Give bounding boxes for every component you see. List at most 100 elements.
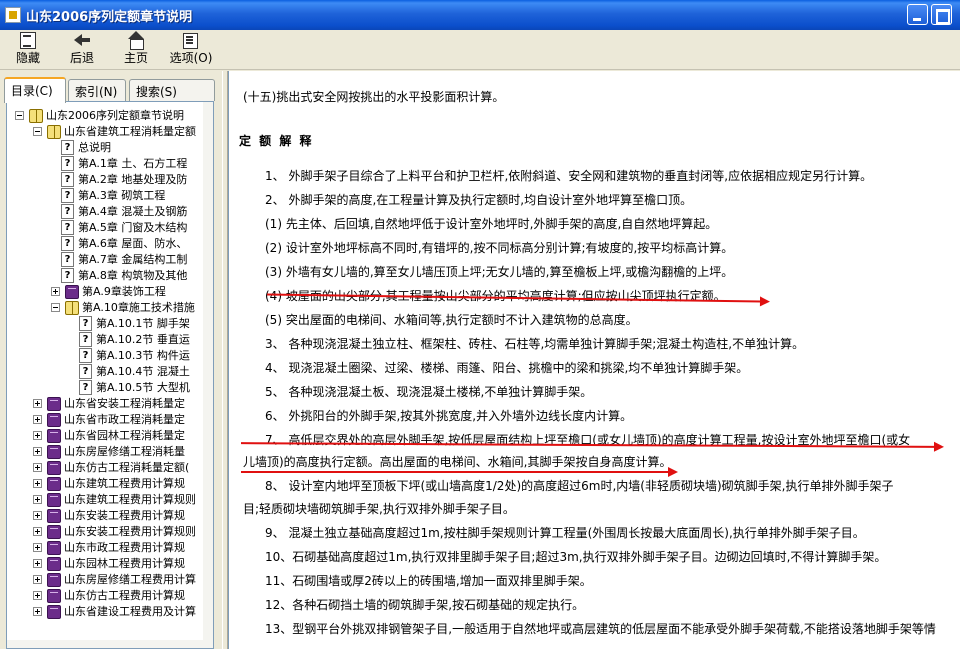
tree-node-label: 第A.10.2节 垂直运 [96,333,190,346]
back-button[interactable]: 后退 [62,31,102,67]
tree-node-label: 第A.1章 土、石方工程 [78,157,188,170]
content-line: 3、 各种现浇混凝土独立柱、框架柱、砖柱、石柱等,均需单独计算脚手架;混凝土构造… [265,337,805,351]
tree-node-label: 山东省园林工程消耗量定 [64,429,185,442]
expand-plus-icon[interactable] [33,575,42,584]
content-line: (2) 设计室外地坪标高不同时,有错坪的,按不同标高分别计算;有坡度的,按平均标… [265,241,734,255]
closed-book-icon [47,397,61,411]
help-page-icon: ? [61,204,74,219]
hide-button[interactable]: 隐藏 [8,31,48,67]
tree-node-label: 山东房屋修缮工程费用计算 [64,573,196,586]
topic-content: (十五)挑出式安全网按挑出的水平投影面积计算。 定 额 解 释 1、 外脚手架子… [228,71,960,649]
closed-book-icon [47,445,61,459]
tab-search[interactable]: 搜索(S) [129,79,215,101]
closed-book-icon [47,461,61,475]
tree-node-label: 山东市政工程费用计算规 [64,541,185,554]
tab-contents[interactable]: 目录(C) [4,77,66,103]
content-line: (1) 先主体、后回填,自然地坪低于设计室外地坪时,外脚手架的高度,自自然地坪算… [265,217,718,231]
closed-book-icon [47,605,61,619]
open-book-icon [47,125,61,139]
help-page-icon: ? [61,220,74,235]
hide-icon [18,31,38,49]
help-page-icon: ? [61,252,74,267]
tree-node-label: 第A.10.1节 脚手架 [96,317,190,330]
closed-book-icon [47,429,61,443]
options-button[interactable]: 选项(O) [166,31,216,67]
tree-node-label: 第A.6章 屋面、防水、 [78,237,188,250]
navigation-pane: 目录(C) 索引(N) 搜索(S) 山东2006序列定额章节说明 山东省建筑工程消… [0,71,222,649]
closed-book-icon [47,573,61,587]
tree-node-label: 山东房屋修缮工程消耗量 [64,445,185,458]
help-page-icon: ? [61,172,74,187]
expand-plus-icon[interactable] [33,607,42,616]
closed-book-icon [47,493,61,507]
content-line: 8、 设计室内地坪至顶板下坪(或山墙高度1/2处)的高度超过6m时,内墙(非轻质… [265,479,894,493]
closed-book-icon [47,509,61,523]
expand-plus-icon[interactable] [33,511,42,520]
tree-node-label: 山东安装工程费用计算规 [64,509,185,522]
tree-node-label: 第A.5章 门窗及木结构 [78,221,188,234]
content-line: 9、 混凝土独立基础高度超过1m,按柱脚手架规则计算工程量(外围周长按最大底面周… [265,526,865,540]
tree-node-label: 山东省建筑工程消耗量定额 [64,125,196,138]
expand-plus-icon[interactable] [51,287,60,296]
expand-plus-icon[interactable] [33,559,42,568]
help-page-icon: ? [61,236,74,251]
closed-book-icon [47,477,61,491]
content-line: 目;轻质砌块墙砌筑脚手架,执行双排外脚手架子目。 [243,502,515,516]
tree-node-label: 山东省建设工程费用及计算 [64,605,196,618]
tree-node-label: 山东仿古工程消耗量定额( [64,461,190,474]
collapse-minus-icon[interactable] [33,127,42,136]
minimize-button[interactable] [907,4,928,25]
expand-plus-icon[interactable] [33,479,42,488]
tree-node-label: 第A.7章 金属结构工制 [78,253,188,266]
expand-plus-icon[interactable] [33,431,42,440]
tree-node-label: 山东省市政工程消耗量定 [64,413,185,426]
content-line: 10、石砌基础高度超过1m,执行双排里脚手架子目;超过3m,执行双排外脚手架子目… [265,550,887,564]
content-line: 4、 现浇混凝土圈梁、过梁、楼梯、雨篷、阳台、挑檐中的梁和挑梁,均不单独计算脚手… [265,361,749,375]
tree-node-label: 第A.4章 混凝土及钢筋 [78,205,188,218]
section-heading: 定 额 解 释 [239,134,314,148]
content-line: 12、各种石砌挡土墙的砌筑脚手架,按石砌基础的规定执行。 [265,598,585,612]
expand-plus-icon[interactable] [33,591,42,600]
expand-plus-icon[interactable] [33,463,42,472]
maximize-button[interactable] [931,4,952,25]
closed-book-icon [65,285,79,299]
intro-text: (十五)挑出式安全网按挑出的水平投影面积计算。 [243,90,505,104]
tree-vertical-scrollbar[interactable] [203,102,213,648]
content-line: 1、 外脚手架子目综合了上料平台和护卫栏杆,依附斜道、安全网和建筑物的垂直封闭等… [265,169,873,183]
closed-book-icon [47,557,61,571]
open-book-icon [65,301,79,315]
expand-plus-icon[interactable] [33,399,42,408]
content-line: 6、 外挑阳台的外脚手架,按其外挑宽度,并入外墙外边线长度内计算。 [265,409,633,423]
help-page-icon: ? [61,268,74,283]
red-underline-annotation-3 [241,467,678,477]
tree-node-label: 第A.8章 构筑物及其他 [78,269,188,282]
tree-node-label: 山东安装工程费用计算规则 [64,525,196,538]
tree-node-label: 第A.10章施工技术措施 [82,301,195,314]
tree-horizontal-scrollbar[interactable] [7,640,203,648]
closed-book-icon [47,413,61,427]
home-button[interactable]: 主页 [116,31,156,67]
collapse-minus-icon[interactable] [15,111,24,120]
expand-plus-icon[interactable] [33,527,42,536]
content-line: 儿墙顶)的高度执行定额。高出屋面的电梯间、水箱间,其脚手架按自身高度计算。 [243,455,672,469]
open-book-icon [29,109,43,123]
help-page-icon: ? [79,316,92,331]
content-line: (3) 外墙有女儿墙的,算至女儿墙压顶上坪;无女儿墙的,算至檐板上坪,或檐沟翻檐… [265,265,734,279]
tree-node-label: 山东建筑工程费用计算规 [64,477,185,490]
expand-plus-icon[interactable] [33,495,42,504]
help-window: 山东2006序列定额章节说明 隐藏 后退 主页 选项(O) 目录(C) 索引(N… [0,0,960,649]
collapse-minus-icon[interactable] [51,303,60,312]
tree-node-label: 第A.9章装饰工程 [82,285,166,298]
tab-index[interactable]: 索引(N) [68,79,126,101]
content-line: 11、石砌围墙或厚2砖以上的砖围墙,增加一面双排里脚手架。 [265,574,592,588]
tree-node-label: 第A.10.3节 构件运 [96,349,190,362]
tree-node-label: 总说明 [78,141,111,154]
help-page-icon: ? [61,188,74,203]
title-bar[interactable]: 山东2006序列定额章节说明 [0,0,960,30]
expand-plus-icon[interactable] [33,543,42,552]
window-title: 山东2006序列定额章节说明 [26,10,193,25]
expand-plus-icon[interactable] [33,447,42,456]
expand-plus-icon[interactable] [33,415,42,424]
tree-node-label: 第A.3章 砌筑工程 [78,189,166,202]
home-icon [126,31,146,50]
